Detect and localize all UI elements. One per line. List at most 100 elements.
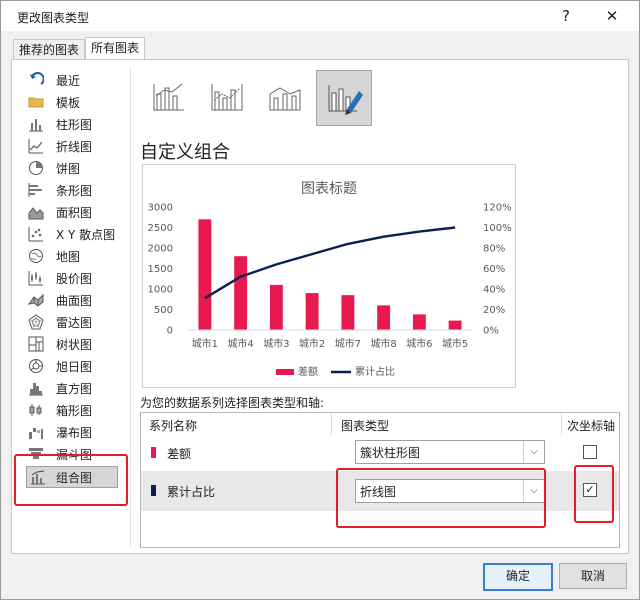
sidebar-item-waterfall[interactable]: 瀑布图 — [12, 422, 116, 442]
series-name-label: 累计占比 — [167, 485, 216, 499]
sidebar-item-label: 面积图 — [56, 206, 93, 220]
sidebar-item-label: 箱形图 — [56, 404, 93, 418]
ok-button[interactable]: 确定 — [483, 563, 553, 591]
subtype-clustered-column-line[interactable] — [142, 70, 196, 124]
surface-chart-icon — [28, 293, 44, 307]
line-chart-icon — [28, 139, 43, 154]
y2-tick-label: 40% — [483, 285, 505, 296]
secondary-axis-highlight-box — [574, 465, 614, 523]
x-tick-label: 城市4 — [227, 337, 253, 350]
x-tick-label: 城市5 — [442, 337, 468, 350]
sidebar-item-label: X Y 散点图 — [56, 228, 116, 242]
sidebar-item-label: 树状图 — [56, 338, 93, 352]
series-row-bar: 差额 簇状柱形图 ⌵ — [141, 435, 619, 471]
x-tick-label: 城市8 — [370, 337, 396, 350]
series-name-label: 差额 — [167, 447, 192, 461]
bar-chart-icon — [28, 183, 42, 197]
chart-preview: 图表标题 3000 2500 2000 1500 1000 500 0 120% 100% 80… — [142, 164, 516, 388]
y-tick-label: 3000 — [148, 203, 173, 214]
stacked-area-column-icon — [269, 87, 301, 111]
sidebar-item-label: 条形图 — [56, 184, 93, 198]
series-config-prompt: 为您的数据系列选择图表类型和轴: — [140, 396, 325, 410]
sidebar-item-map[interactable]: 地图 — [12, 246, 116, 266]
close-button[interactable]: ✕ — [599, 4, 625, 28]
sidebar-item-radar[interactable]: 雷达图 — [12, 312, 116, 332]
y2-tick-label: 60% — [483, 264, 505, 275]
sidebar-item-histogram[interactable]: 直方图 — [12, 378, 116, 398]
sidebar-item-label: 雷达图 — [56, 316, 93, 330]
chart-type-select-value: 簇状柱形图 — [360, 446, 421, 460]
header-divider — [561, 413, 562, 435]
y-tick-label: 2500 — [148, 223, 173, 234]
sidebar-item-pie[interactable]: 饼图 — [12, 158, 116, 178]
title-bar: 更改图表类型 ? ✕ — [1, 1, 639, 31]
bar-城市6 — [412, 314, 426, 330]
secondary-axis-checkbox-bar[interactable] — [583, 445, 597, 459]
sidebar-item-stock[interactable]: 股价图 — [12, 268, 116, 288]
sidebar-item-box-whisker[interactable]: 箱形图 — [12, 400, 116, 420]
chart-type-select-bar[interactable]: 簇状柱形图 ⌵ — [355, 440, 545, 464]
tab-all-charts[interactable]: 所有图表 — [85, 37, 146, 61]
chart-title: 图表标题 — [301, 181, 357, 197]
stock-chart-icon — [28, 271, 43, 286]
series-color-swatch — [151, 485, 156, 496]
radar-chart-icon — [28, 314, 44, 330]
tab-recommended-charts[interactable]: 推荐的图表 — [13, 39, 86, 60]
x-tick-label: 城市1 — [192, 337, 218, 350]
subtype-stacked-area-column[interactable] — [258, 70, 312, 124]
sidebar-item-recent[interactable]: 最近 — [12, 70, 116, 90]
map-chart-icon — [29, 249, 43, 263]
subtype-clustered-column-line-secondary[interactable] — [200, 70, 254, 124]
sidebar-item-column[interactable]: 柱形图 — [12, 114, 116, 134]
sidebar-item-treemap[interactable]: 树状图 — [12, 334, 116, 354]
y-tick-label: 2000 — [148, 244, 173, 255]
all-charts-panel: 最近 模板 柱形图 折线图 饼图 条形图 面积图 X Y 散点图 地图 股价图 … — [11, 59, 629, 554]
sidebar-item-label: 地图 — [56, 250, 81, 264]
sidebar-item-line[interactable]: 折线图 — [12, 136, 116, 156]
sidebar-item-label: 曲面图 — [56, 294, 93, 308]
column-chart-icon — [29, 119, 43, 132]
y2-tick-label: 0% — [483, 326, 499, 337]
sidebar-item-label: 股价图 — [56, 272, 93, 286]
bar-城市8 — [377, 305, 391, 330]
custom-combination-icon — [328, 85, 363, 115]
sidebar-item-label: 柱形图 — [56, 118, 93, 132]
cancel-button[interactable]: 取消 — [559, 563, 627, 589]
sidebar-item-label: 饼图 — [56, 162, 81, 176]
dialog-title: 更改图表类型 — [17, 11, 90, 25]
sidebar-item-surface[interactable]: 曲面图 — [12, 290, 116, 310]
legend-label-line: 累计占比 — [355, 365, 395, 378]
sidebar-item-sunburst[interactable]: 旭日图 — [12, 356, 116, 376]
sidebar-item-label: 直方图 — [56, 382, 93, 396]
legend-label-bar: 差额 — [298, 365, 318, 378]
sidebar-item-bar[interactable]: 条形图 — [12, 180, 116, 200]
sidebar-item-area[interactable]: 面积图 — [12, 202, 116, 222]
chevron-down-icon: ⌵ — [523, 441, 544, 463]
y2-tick-label: 80% — [483, 244, 505, 255]
sidebar-item-templates[interactable]: 模板 — [12, 92, 116, 112]
sunburst-chart-icon — [29, 359, 43, 373]
x-tick-label: 城市6 — [406, 337, 432, 350]
histogram-chart-icon — [29, 383, 43, 396]
clustered-column-line-icon — [153, 83, 184, 111]
y-tick-label: 1000 — [148, 285, 173, 296]
sidebar-item-label: 最近 — [56, 74, 81, 88]
bar-城市2 — [305, 293, 319, 330]
sidebar-item-label: 瀑布图 — [56, 426, 93, 440]
recent-arrow-icon — [30, 72, 44, 85]
legend-swatch-bar — [276, 369, 294, 375]
treemap-chart-icon — [28, 336, 44, 352]
box-whisker-chart-icon — [29, 404, 42, 416]
panel-divider — [130, 68, 131, 546]
x-tick-label: 城市7 — [335, 337, 361, 350]
y2-tick-label: 20% — [483, 305, 505, 316]
sidebar-item-scatter[interactable]: X Y 散点图 — [12, 224, 116, 244]
help-button[interactable]: ? — [553, 4, 579, 28]
subtype-custom-combination[interactable] — [316, 70, 372, 126]
change-chart-type-dialog: 更改图表类型 ? ✕ 推荐的图表 所有图表 最近 模板 柱形图 折线图 饼图 条… — [0, 0, 640, 600]
header-secondary-axis: 次坐标轴 — [567, 419, 616, 433]
bar-城市7 — [341, 295, 355, 330]
y-tick-label: 1500 — [148, 264, 173, 275]
chart-type-highlight-box — [336, 468, 546, 528]
combo-highlight-box — [14, 454, 128, 506]
